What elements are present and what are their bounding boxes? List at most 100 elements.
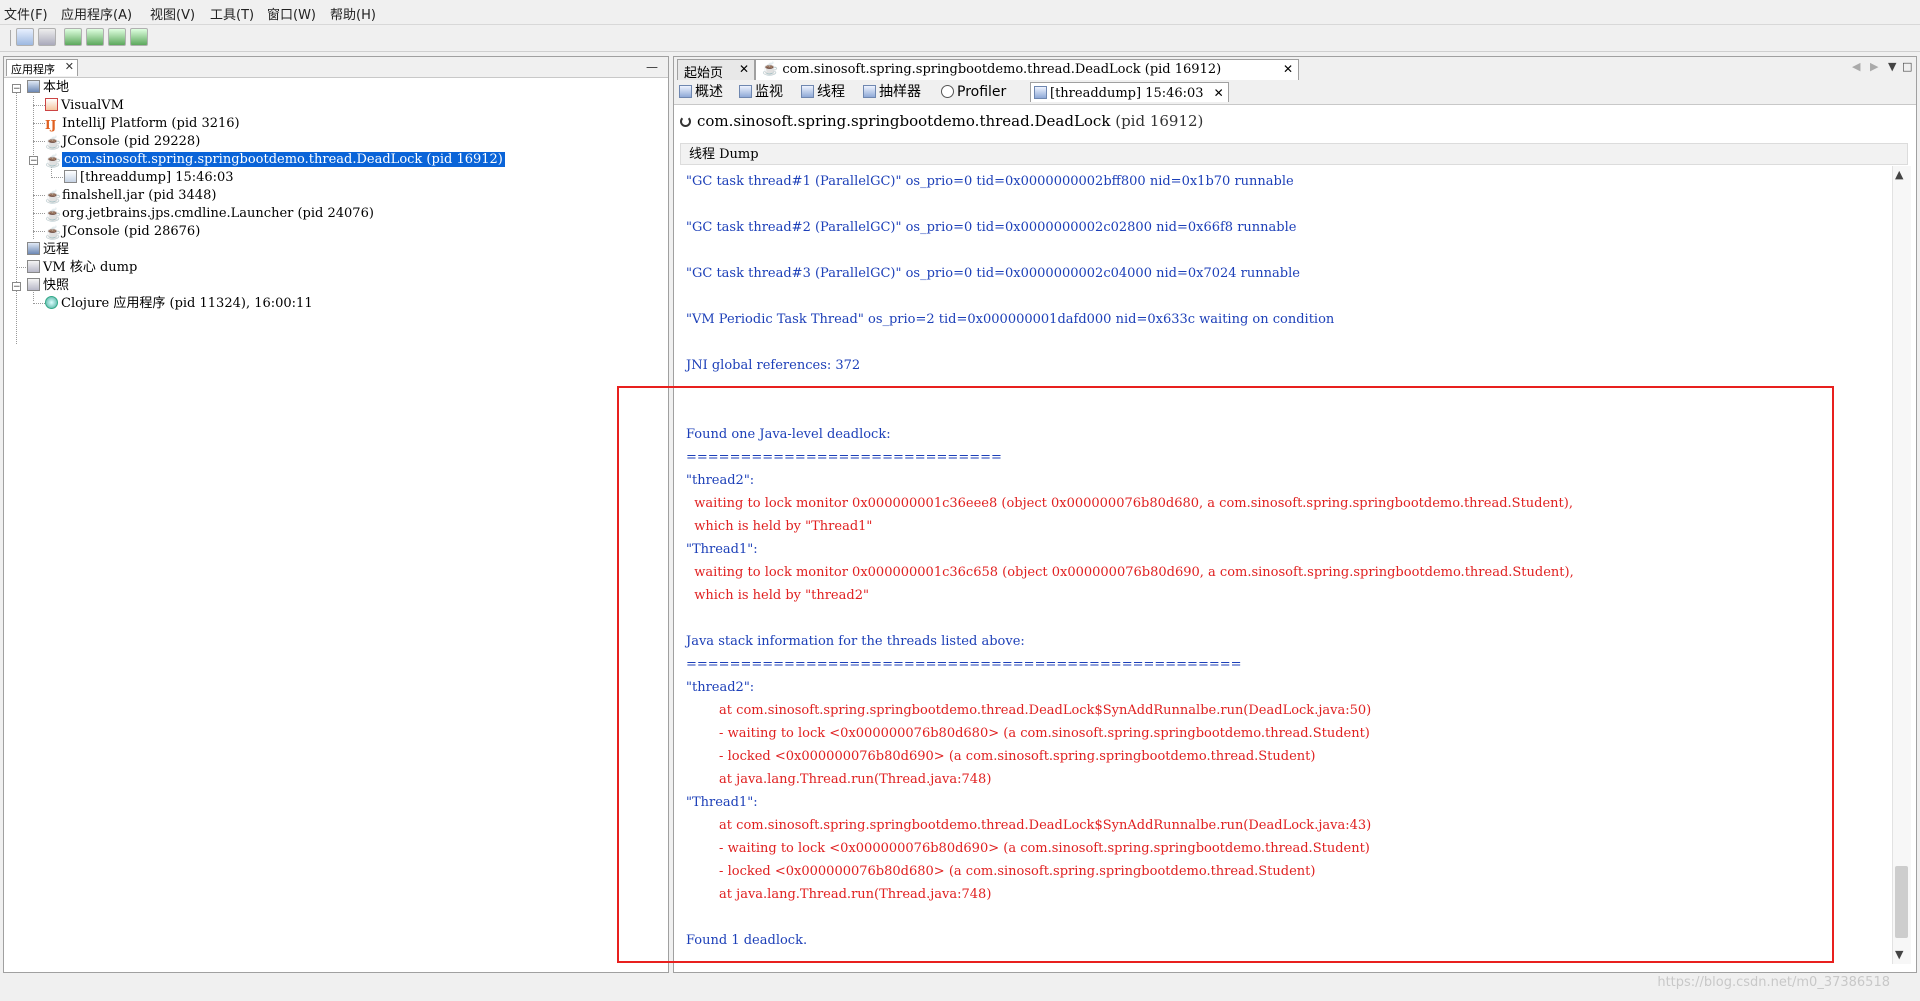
app-pid: (pid 16912) — [1115, 112, 1204, 130]
tab-label: com.sinosoft.spring.springbootdemo.threa… — [782, 62, 1222, 77]
page-title: com.sinosoft.spring.springbootdemo.threa… — [680, 109, 1203, 133]
vertical-scrollbar[interactable]: ▲ ▼ — [1892, 166, 1911, 964]
subtab-profiler[interactable]: Profiler — [938, 82, 1006, 102]
tree-node-label: org.jetbrains.jps.cmdline.Launcher (pid … — [62, 206, 374, 221]
subtab-overview[interactable]: 概述 — [676, 82, 723, 102]
scroll-tabs-left-icon[interactable]: ◀ — [1852, 60, 1860, 73]
scroll-down-icon[interactable]: ▼ — [1895, 948, 1903, 961]
subtab-label: 线程 — [817, 84, 845, 100]
add-jmx-connection-icon[interactable] — [16, 28, 34, 46]
snapshot-icon[interactable] — [130, 28, 148, 46]
close-icon[interactable]: ✕ — [1214, 86, 1224, 100]
tree-node-jconsole-2[interactable]: ☕JConsole (pid 28676) — [45, 222, 200, 242]
tree-line — [33, 231, 45, 232]
menu-application[interactable]: 应用程序(A) — [61, 4, 132, 23]
java-cup-icon: ☕ — [45, 136, 62, 151]
java-cup-icon: ☕ — [45, 190, 62, 205]
tree-node-label: finalshell.jar (pid 3448) — [62, 188, 217, 203]
intellij-icon: IJ — [45, 118, 57, 132]
thread-dump-icon[interactable] — [108, 28, 126, 46]
load-snapshot-icon[interactable] — [64, 28, 82, 46]
tree-line — [33, 213, 45, 214]
tree-node-label: Clojure 应用程序 (pid 11324), 16:00:11 — [61, 296, 313, 311]
threaddump-icon — [1034, 86, 1047, 99]
tree-line — [33, 123, 45, 124]
thread-dump-header: 线程 Dump — [680, 143, 1908, 165]
menu-view[interactable]: 视图(V) — [150, 4, 195, 23]
subtab-threaddump[interactable]: [threaddump] 15:46:03 ✕ — [1030, 82, 1229, 102]
tree-node-finalshell[interactable]: ☕finalshell.jar (pid 3448) — [45, 186, 216, 206]
tree-node-jps-launcher[interactable]: ☕org.jetbrains.jps.cmdline.Launcher (pid… — [45, 204, 374, 224]
maximize-icon[interactable]: □ — [1902, 60, 1912, 73]
subtab-label: [threaddump] 15:46:03 — [1050, 86, 1204, 101]
monitor-icon — [739, 85, 752, 98]
java-cup-icon: ☕ — [45, 154, 62, 169]
status-bar — [0, 973, 1920, 1001]
tree-line — [51, 177, 63, 178]
java-cup-icon: ☕ — [45, 208, 62, 223]
menu-help[interactable]: 帮助(H) — [330, 4, 376, 23]
deadlock-highlight-box — [617, 386, 1834, 963]
subtab-label: 抽样器 — [879, 84, 921, 100]
subtab-threads[interactable]: 线程 — [798, 82, 845, 102]
tab-list-icon[interactable]: ▼ — [1888, 60, 1896, 73]
tab-start-page[interactable]: 起始页 ✕ — [677, 59, 755, 81]
scroll-up-icon[interactable]: ▲ — [1895, 168, 1903, 181]
threaddump-icon — [64, 170, 77, 183]
tree-node-deadlock-app[interactable]: ☕ com.sinosoft.spring.springbootdemo.thre… — [45, 150, 505, 170]
toolbar-separator — [10, 30, 11, 46]
app-title: com.sinosoft.spring.springbootdemo.threa… — [697, 112, 1111, 130]
tree-node-snapshots[interactable]: 快照 — [27, 276, 69, 296]
tab-applications-label: 应用程序 — [11, 63, 55, 76]
tree-node-label: 本地 — [43, 80, 70, 95]
scrollbar-thumb[interactable] — [1895, 866, 1908, 938]
java-cup-icon: ☕ — [762, 62, 779, 77]
subtab-sampler[interactable]: 抽样器 — [860, 82, 921, 102]
collapse-icon[interactable]: − — [12, 282, 21, 292]
watermark: https://blog.csdn.net/m0_37386518 — [1657, 975, 1890, 990]
tab-label: 起始页 — [684, 66, 724, 81]
tree-node-clojure-snapshot[interactable]: Clojure 应用程序 (pid 11324), 16:00:11 — [45, 294, 313, 314]
tree-node-label: 快照 — [43, 278, 70, 293]
subtab-monitor[interactable]: 监视 — [736, 82, 783, 102]
close-icon[interactable]: ✕ — [1283, 62, 1293, 76]
subtab-label: 监视 — [755, 84, 783, 100]
close-icon[interactable]: ✕ — [65, 60, 74, 73]
menu-window[interactable]: 窗口(W) — [267, 4, 316, 23]
tab-deadlock-app[interactable]: ☕ com.sinosoft.spring.springbootdemo.thr… — [755, 59, 1299, 80]
menu-tools[interactable]: 工具(T) — [210, 4, 254, 23]
heap-dump-icon[interactable] — [86, 28, 104, 46]
applications-panel-header: 应用程序 ✕ — — [4, 57, 668, 78]
tree-node-label: IntelliJ Platform (pid 3216) — [62, 116, 240, 131]
tab-applications[interactable]: 应用程序 ✕ — [6, 59, 78, 76]
profiler-icon — [941, 85, 954, 98]
tree-node-label: [threaddump] 15:46:03 — [80, 170, 234, 185]
menu-file[interactable]: 文件(F) — [4, 4, 48, 23]
applications-panel: 应用程序 ✕ — − 本地 VisualVM IJ IntelliJ Platfo… — [3, 56, 669, 973]
threads-icon — [801, 85, 814, 98]
collapse-icon[interactable]: − — [29, 156, 38, 166]
close-icon[interactable]: ✕ — [739, 62, 749, 76]
java-cup-icon: ☕ — [45, 226, 62, 241]
add-remote-host-icon[interactable] — [38, 28, 56, 46]
tree-node-threaddump[interactable]: [threaddump] 15:46:03 — [64, 168, 234, 188]
collapse-icon[interactable]: − — [12, 84, 21, 94]
tree-node-local[interactable]: 本地 — [27, 78, 69, 98]
document-tabs: 起始页 ✕ ☕ com.sinosoft.spring.springbootdem… — [674, 57, 1916, 81]
dump-line: "GC task thread#3 (ParallelGC)" os_prio=… — [686, 266, 1300, 281]
tree-node-visualvm[interactable]: VisualVM — [45, 96, 124, 116]
scroll-tabs-right-icon[interactable]: ▶ — [1870, 60, 1878, 73]
tree-node-core-dump[interactable]: VM 核心 dump — [27, 258, 137, 278]
tree-node-intellij[interactable]: IJ IntelliJ Platform (pid 3216) — [45, 114, 240, 134]
subtab-label: Profiler — [957, 84, 1007, 100]
tree-line — [16, 88, 17, 344]
core-dump-icon — [27, 260, 40, 273]
tree-line — [33, 141, 45, 142]
tree-node-label: JConsole (pid 28676) — [62, 224, 201, 239]
tree-line — [33, 105, 45, 106]
tree-node-jconsole[interactable]: ☕JConsole (pid 29228) — [45, 132, 200, 152]
dump-line: "VM Periodic Task Thread" os_prio=2 tid=… — [686, 312, 1335, 327]
tree-node-remote[interactable]: 远程 — [27, 240, 69, 260]
minimize-icon[interactable]: — — [646, 60, 658, 74]
menu-bar: 文件(F) 应用程序(A) 视图(V) 工具(T) 窗口(W) 帮助(H) — [0, 0, 1920, 25]
